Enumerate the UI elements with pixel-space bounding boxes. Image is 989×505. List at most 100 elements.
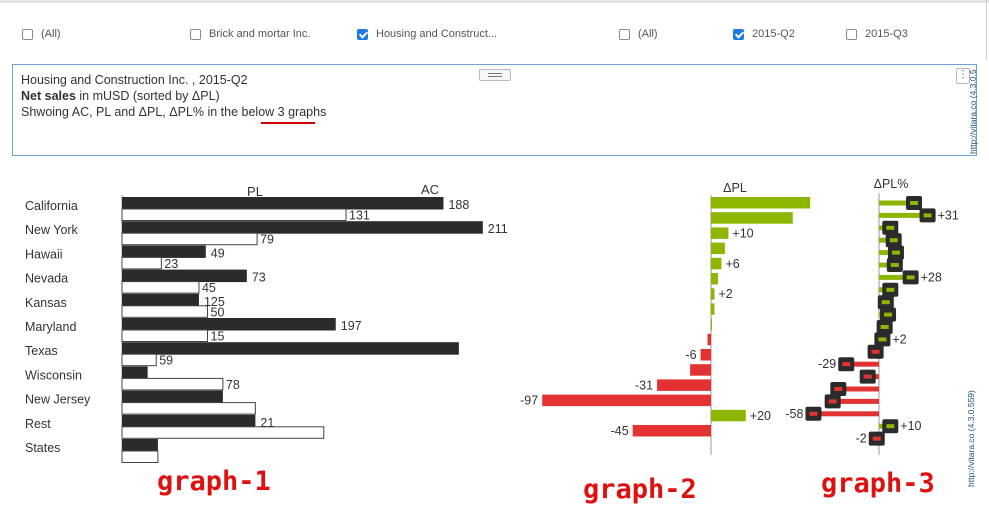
delta-pl-label: -31 [635, 378, 653, 392]
pl-value-label: 131 [349, 209, 370, 223]
ac-bar [122, 366, 148, 379]
delta-pl-bar [690, 364, 711, 376]
pl-value-label: 50 [211, 305, 225, 319]
pl-bar [121, 426, 325, 439]
category-label: Hawaii [25, 247, 63, 261]
delta-pl-pct-head-core [884, 312, 893, 317]
delta-pl-bar [711, 227, 729, 239]
category-label: Rest [25, 417, 51, 431]
chart-canvas: California New York Hawaii Nevada Kansas Mary… [25, 177, 959, 463]
delta-pl-pct-label: +2 [892, 332, 906, 346]
delta-pl-label: +20 [750, 409, 771, 423]
pl-bar [121, 281, 200, 294]
delta-pl-label: +6 [725, 257, 739, 271]
ac-bar [122, 269, 247, 283]
delta-pl-pct-label: -29 [818, 357, 836, 371]
delta-pl-pct-label: -2 [856, 432, 867, 446]
delta-pl-bar [711, 288, 715, 300]
category-label: Nevada [25, 272, 68, 286]
category-label: Wisconsin [25, 368, 82, 382]
delta-pl-pct-head-core [891, 250, 900, 255]
delta-pl-pct-head-core [872, 436, 881, 441]
pl-value-label: 15 [211, 330, 225, 344]
delta-pl-pct-stem [813, 411, 879, 417]
category-label: States [25, 441, 60, 455]
ac-bar [122, 439, 158, 452]
ac-bar [122, 197, 444, 210]
category-label: Kansas [25, 296, 67, 310]
delta-pl-pct-head-core [890, 263, 899, 267]
pl-bar [121, 208, 347, 221]
delta-pl-pct-head-core [889, 238, 898, 243]
delta-pl-label: -6 [685, 348, 696, 362]
delta-pl-pct-head-core [878, 337, 887, 342]
ac-bar [122, 221, 483, 234]
pl-bar [121, 353, 157, 367]
delta-pl-bar [711, 318, 712, 331]
category-label: Maryland [25, 320, 76, 334]
watermark-bottom: http://vitara.co (4.3.0.559) [966, 390, 976, 487]
ac-bar [122, 293, 199, 307]
pl-value-label: 23 [164, 257, 178, 271]
category-label: California [25, 199, 78, 213]
delta-pl-label: -45 [611, 424, 629, 438]
pl-value-label: 78 [226, 378, 240, 392]
ac-value-label: 21 [260, 416, 274, 430]
delta-pl-bar [711, 409, 746, 422]
pl-bar [121, 402, 256, 415]
ac-value-label: 211 [488, 222, 508, 236]
category-label: New York [25, 223, 79, 237]
pl-bar [121, 377, 224, 391]
category-label: Texas [25, 344, 58, 358]
graph-1-header-ac: AC [421, 182, 439, 197]
delta-pl-pct-label: +31 [938, 208, 959, 222]
graph-3-annotation: graph-3 [821, 468, 935, 499]
pl-bar [121, 305, 208, 318]
delta-pl-pct-head-core [886, 225, 895, 230]
delta-pl-bar [711, 212, 793, 224]
graph-2-annotation: graph-2 [583, 474, 697, 505]
delta-pl-bar [711, 273, 718, 285]
delta-pl-pct-head-core [871, 349, 880, 354]
delta-pl-pct-head-core [842, 362, 851, 367]
category-label: New Jersey [25, 393, 91, 407]
delta-pl-label: -97 [520, 394, 538, 408]
pl-bar [121, 450, 159, 463]
delta-pl-pct-head-core [886, 287, 895, 292]
ac-value-label: 188 [448, 198, 469, 212]
ac-bar [122, 414, 256, 428]
delta-pl-pct-head-core [923, 213, 932, 218]
delta-pl-pct-head-core [828, 399, 837, 404]
delta-pl-pct-head-core [809, 411, 818, 416]
ac-value-label: 49 [211, 246, 225, 260]
ac-bar [122, 390, 223, 404]
delta-pl-bar [707, 333, 711, 346]
pl-value-label: 45 [202, 281, 216, 295]
delta-pl-bar [657, 379, 711, 391]
delta-pl-pct-label: +28 [921, 270, 942, 284]
delta-pl-bar [542, 394, 711, 407]
ac-value-label: 73 [252, 271, 266, 285]
graph-2-header: ΔPL [723, 181, 747, 195]
delta-pl-pct-head-core [834, 387, 843, 391]
pl-value-label: 59 [159, 354, 173, 368]
delta-pl-pct-head-core [886, 424, 895, 429]
delta-pl-label: +2 [718, 287, 732, 301]
graph-1-annotation: graph-1 [157, 466, 271, 497]
delta-pl-bar [711, 303, 715, 315]
delta-pl-pct-label: +10 [900, 419, 921, 433]
pl-value-label: 79 [260, 233, 274, 247]
graph-3-header: ΔPL% [874, 177, 909, 191]
delta-pl-label: +10 [732, 226, 753, 240]
delta-pl-bar [711, 242, 725, 255]
pl-bar [121, 329, 208, 342]
delta-pl-pct-head-core [906, 275, 915, 280]
delta-pl-pct-head-core [910, 201, 919, 205]
graph-1-header-pl: PL [247, 184, 263, 199]
delta-pl-bar [711, 257, 722, 270]
delta-pl-bar [700, 349, 711, 361]
pl-bar [121, 256, 162, 270]
delta-pl-pct-head-core [881, 300, 890, 305]
delta-pl-bar [632, 425, 711, 437]
delta-pl-pct-head-core [863, 374, 872, 379]
